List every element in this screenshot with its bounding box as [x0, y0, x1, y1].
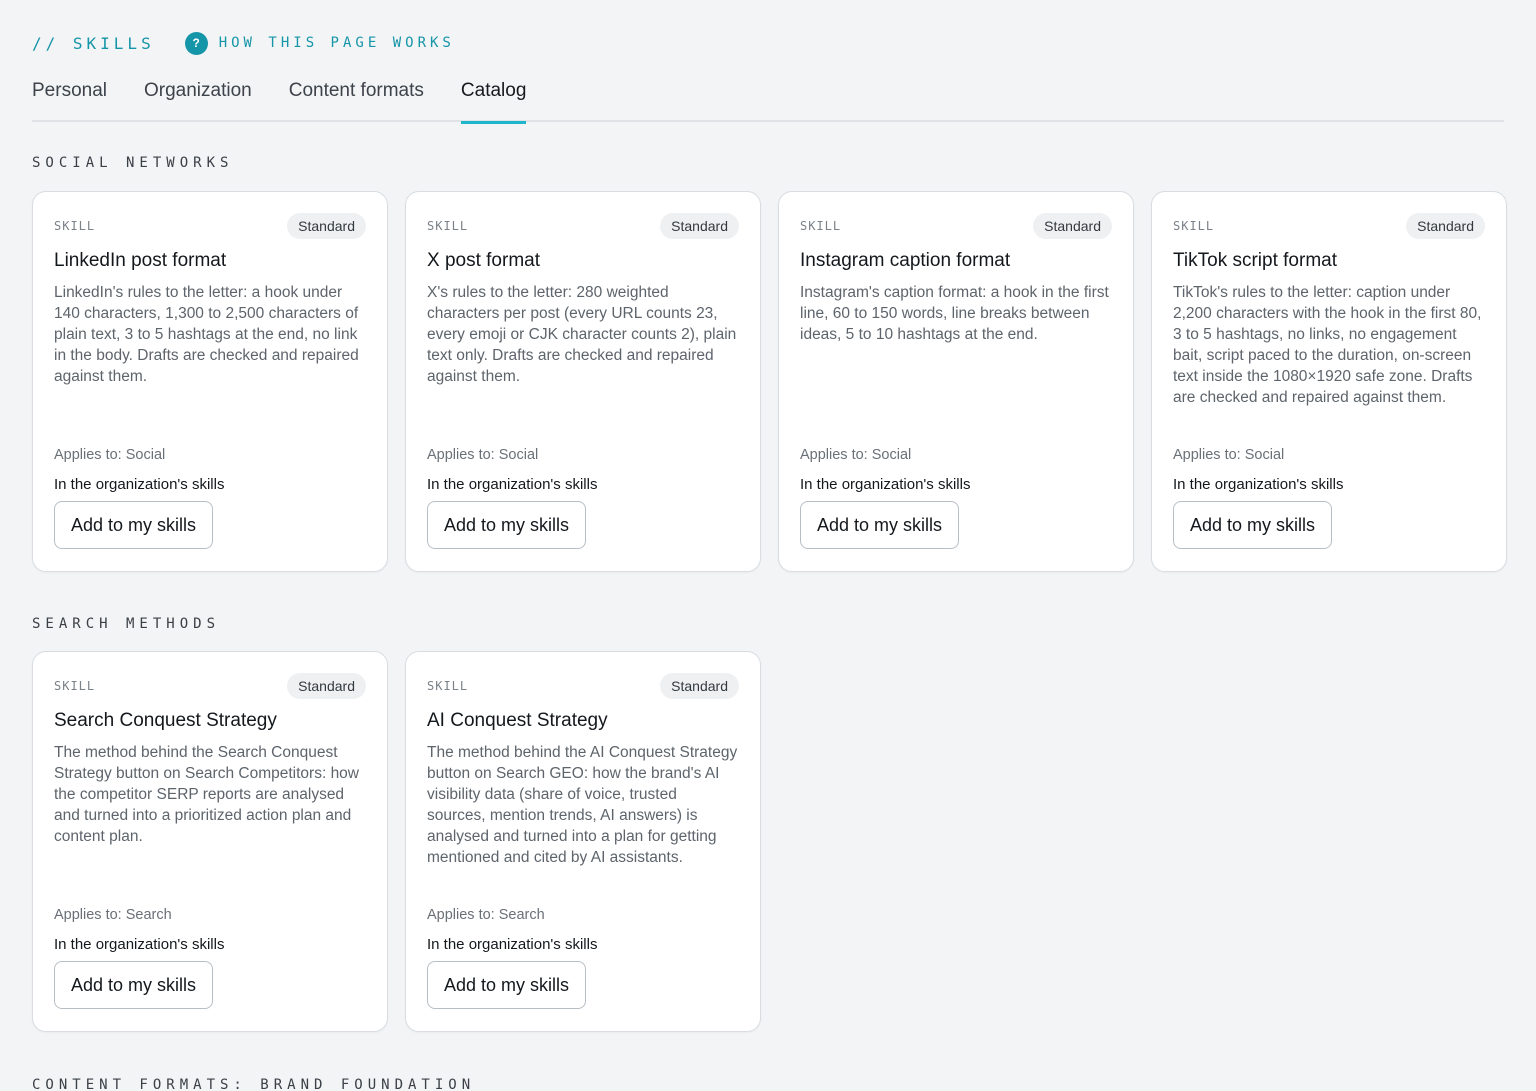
search-methods-grid: SKILL Standard Search Conquest Strategy … — [32, 651, 761, 1032]
card-title: X post format — [427, 250, 540, 271]
tab-catalog[interactable]: Catalog — [460, 76, 526, 124]
card-applies-to: Applies to: Social — [800, 447, 912, 463]
add-to-my-skills-button[interactable]: Add to my skills — [427, 501, 587, 549]
card-kind: SKILL — [1173, 219, 1215, 233]
add-to-my-skills-button[interactable]: Add to my skills — [427, 961, 587, 1009]
card-status: In the organization's skills — [54, 476, 225, 493]
card-applies-to: Applies to: Social — [54, 447, 166, 463]
standard-badge: Standard — [287, 673, 366, 699]
add-to-my-skills-button[interactable]: Add to my skills — [54, 961, 214, 1009]
card-title: TikTok script format — [1173, 250, 1337, 271]
add-to-my-skills-button[interactable]: Add to my skills — [54, 501, 214, 549]
card-description: LinkedIn's rules to the letter: a hook u… — [54, 284, 359, 385]
social-networks-grid: SKILL Standard LinkedIn post format Link… — [32, 191, 1507, 572]
page-title: // SKILLS — [32, 33, 155, 53]
standard-badge: Standard — [1033, 213, 1112, 239]
card-description: TikTok's rules to the letter: caption un… — [1173, 284, 1482, 406]
skill-card-ai-conquest: SKILL Standard AI Conquest Strategy The … — [405, 651, 761, 1032]
card-applies-to: Applies to: Social — [1173, 447, 1285, 463]
card-kind: SKILL — [427, 679, 469, 693]
card-title: LinkedIn post format — [54, 250, 227, 271]
card-kind: SKILL — [427, 219, 469, 233]
skill-card-search-conquest: SKILL Standard Search Conquest Strategy … — [32, 651, 388, 1032]
tab-content-formats[interactable]: Content formats — [289, 76, 424, 122]
card-kind: SKILL — [54, 219, 96, 233]
card-description: X's rules to the letter: 280 weighted ch… — [427, 284, 737, 385]
page-header: // SKILLS ? HOW THIS PAGE WORKS — [32, 31, 455, 55]
tab-organization[interactable]: Organization — [144, 76, 252, 122]
skill-card-x: SKILL Standard X post format X's rules t… — [405, 191, 761, 572]
card-status: In the organization's skills — [427, 936, 598, 953]
card-title: Search Conquest Strategy — [54, 710, 277, 731]
how-this-page-works-link[interactable]: ? HOW THIS PAGE WORKS — [184, 31, 455, 55]
card-description: The method behind the Search Conquest St… — [54, 744, 359, 845]
add-to-my-skills-button[interactable]: Add to my skills — [800, 501, 960, 549]
skills-page: // SKILLS ? HOW THIS PAGE WORKS Personal… — [0, 0, 1536, 1091]
standard-badge: Standard — [1406, 213, 1485, 239]
card-description: The method behind the AI Conquest Strate… — [427, 744, 738, 866]
card-applies-to: Applies to: Search — [427, 907, 545, 923]
standard-badge: Standard — [287, 213, 366, 239]
tab-personal[interactable]: Personal — [32, 76, 107, 122]
card-kind: SKILL — [54, 679, 96, 693]
card-description: Instagram's caption format: a hook in th… — [800, 284, 1109, 343]
standard-badge: Standard — [660, 213, 739, 239]
help-label[interactable]: HOW THIS PAGE WORKS — [219, 35, 455, 51]
card-status: In the organization's skills — [800, 476, 971, 493]
card-status: In the organization's skills — [54, 936, 225, 953]
skill-card-linkedin: SKILL Standard LinkedIn post format Link… — [32, 191, 388, 572]
card-title: Instagram caption format — [800, 250, 1011, 271]
card-applies-to: Applies to: Social — [427, 447, 539, 463]
skill-card-tiktok: SKILL Standard TikTok script format TikT… — [1151, 191, 1507, 572]
section-title-social-networks: SOCIAL NETWORKS — [32, 155, 234, 171]
card-status: In the organization's skills — [1173, 476, 1344, 493]
card-applies-to: Applies to: Search — [54, 907, 172, 923]
section-title-brand-foundation: CONTENT FORMATS: BRAND FOUNDATION — [32, 1077, 476, 1091]
card-status: In the organization's skills — [427, 476, 598, 493]
help-icon[interactable]: ? — [184, 31, 208, 55]
card-title: AI Conquest Strategy — [427, 710, 608, 731]
skill-card-instagram: SKILL Standard Instagram caption format … — [778, 191, 1134, 572]
card-kind: SKILL — [800, 219, 842, 233]
add-to-my-skills-button[interactable]: Add to my skills — [1173, 501, 1333, 549]
section-title-search-methods: SEARCH METHODS — [32, 616, 221, 632]
skills-tabs: Personal Organization Content formats Ca… — [32, 76, 1504, 124]
standard-badge: Standard — [660, 673, 739, 699]
